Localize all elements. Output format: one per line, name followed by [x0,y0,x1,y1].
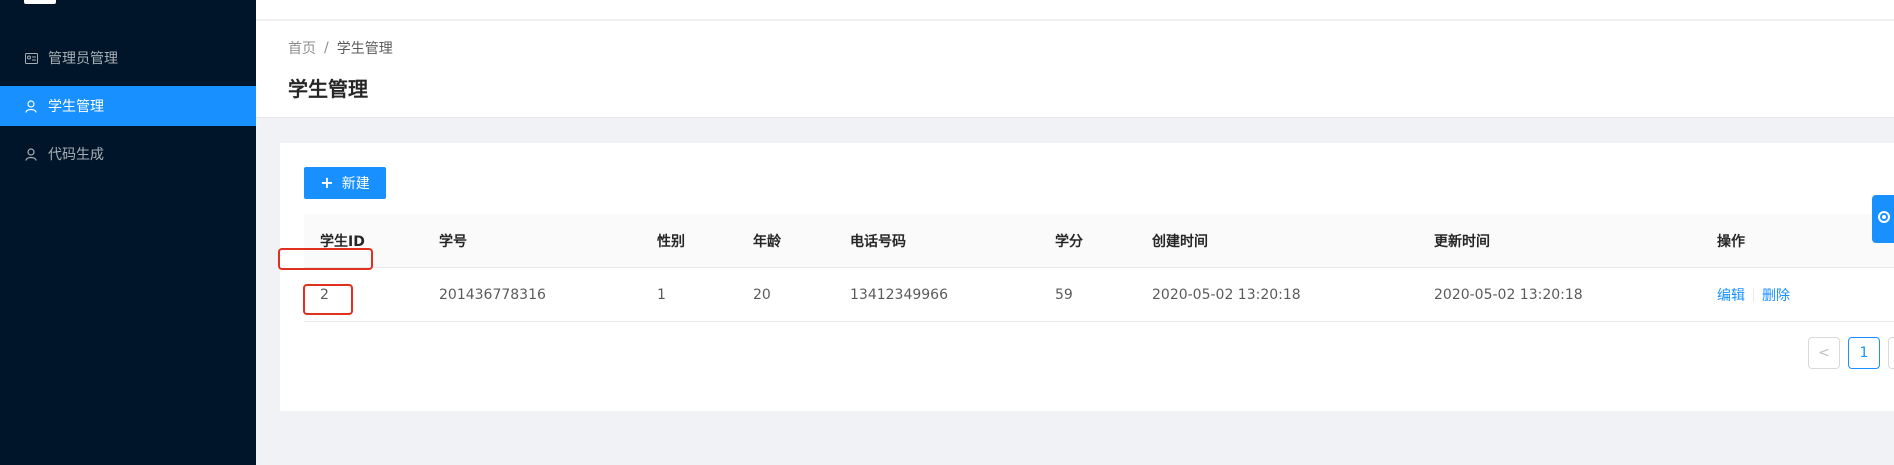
sidebar-item-label: 代码生成 [48,147,104,163]
cell-actions: 编辑 删除 [1717,268,1790,322]
column-header-credits: 学分 [1055,234,1083,250]
column-header-student-no: 学号 [439,234,467,250]
delete-link[interactable]: 删除 [1762,285,1790,305]
page-title: 学生管理 [288,77,368,101]
breadcrumb: 首页 / 学生管理 [288,37,1862,59]
student-table: 学生ID 学号 性别 年龄 电话号码 学分 创建时间 更新时间 操作 2 201… [304,214,1894,322]
id-card-icon [24,51,38,65]
new-button[interactable]: + 新建 [304,167,386,199]
logo [24,0,56,4]
user-icon [24,99,38,113]
edit-link[interactable]: 编辑 [1717,285,1745,305]
column-header-gender: 性别 [657,234,685,250]
sidebar-item-label: 学生管理 [48,99,104,115]
top-header [256,0,1894,20]
action-divider [1753,288,1754,302]
settings-drawer-handle[interactable] [1872,195,1894,243]
breadcrumb-home[interactable]: 首页 [288,38,316,58]
cell-updated: 2020-05-02 13:20:18 [1434,287,1583,303]
pagination-next[interactable]: > [1888,337,1894,369]
pagination-page-1[interactable]: 1 [1848,337,1880,369]
table-header: 学生ID 学号 性别 年龄 电话号码 学分 创建时间 更新时间 操作 [304,214,1894,268]
page-header: 首页 / 学生管理 学生管理 [256,21,1894,118]
column-header-student-id: 学生ID [320,234,365,250]
cell-student-id: 2 [320,287,329,303]
breadcrumb-current: 学生管理 [336,41,393,57]
column-header-created: 创建时间 [1152,234,1208,250]
user-icon [24,147,38,161]
pagination: < 1 > [1800,337,1894,369]
sidebar-item-student-management[interactable]: 学生管理 [0,86,256,126]
column-header-actions: 操作 [1717,234,1745,250]
sidebar-item-label: 管理员管理 [48,51,118,67]
column-header-phone: 电话号码 [850,234,906,250]
sidebar-item-code-generation[interactable]: 代码生成 [0,134,256,174]
main-content: 首页 / 学生管理 学生管理 + 新建 学生ID 学号 性别 年龄 电话号码 学… [256,0,1894,465]
column-header-age: 年龄 [753,234,781,250]
gear-icon [1876,209,1892,229]
column-header-updated: 更新时间 [1434,234,1490,250]
cell-age: 20 [753,287,771,303]
cell-phone: 13412349966 [850,287,948,303]
table-row: 2 201436778316 1 20 13412349966 59 2020-… [304,268,1894,322]
cell-gender: 1 [657,287,666,303]
cell-credits: 59 [1055,287,1073,303]
sidebar-item-admin-management[interactable]: 管理员管理 [0,38,256,78]
breadcrumb-separator: / [324,40,329,56]
pagination-prev[interactable]: < [1808,337,1840,369]
cell-student-no: 201436778316 [439,287,546,303]
plus-icon: + [320,173,334,192]
sidebar: 管理员管理 学生管理 代码生成 [0,0,256,465]
table-card: + 新建 学生ID 学号 性别 年龄 电话号码 学分 创建时间 更新时间 操作 … [280,143,1894,411]
cell-created: 2020-05-02 13:20:18 [1152,287,1301,303]
sidebar-menu: 管理员管理 学生管理 代码生成 [0,38,256,182]
new-button-label: 新建 [341,176,370,192]
